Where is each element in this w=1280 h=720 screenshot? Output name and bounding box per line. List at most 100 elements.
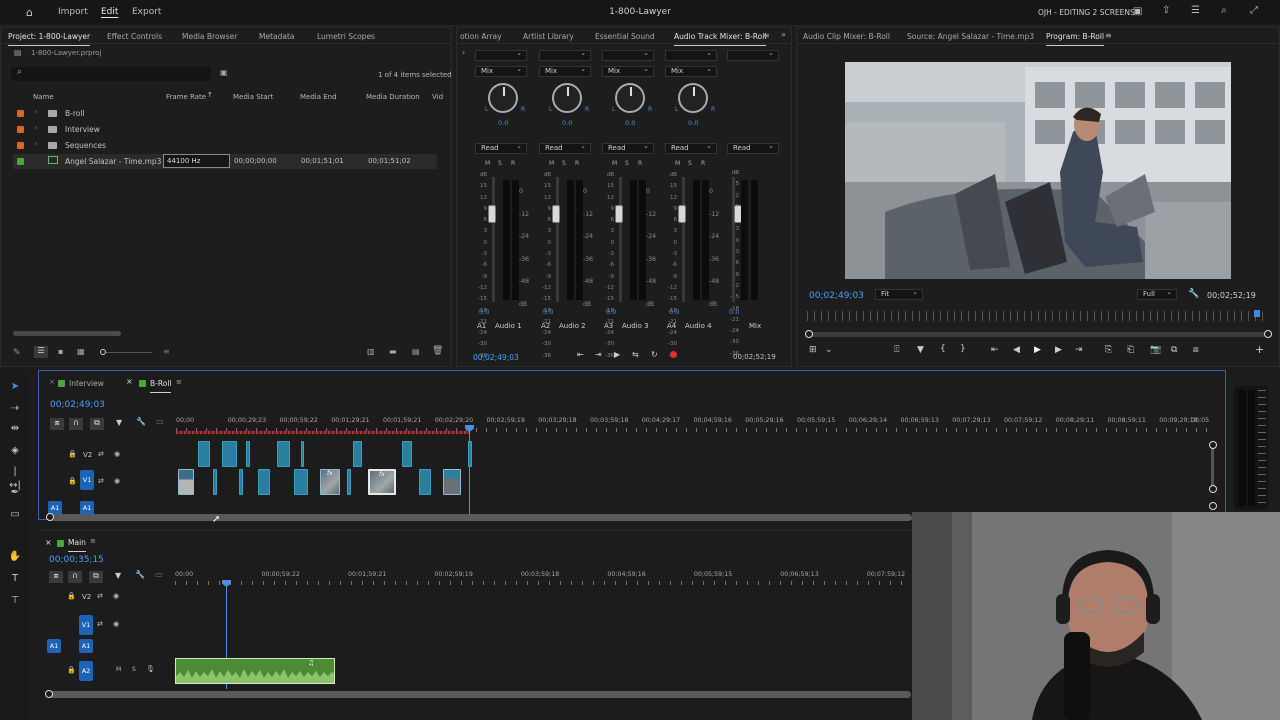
sync-lock-icon[interactable]: ⇄ <box>98 450 104 458</box>
tab-b-roll[interactable]: B-Roll <box>150 379 172 393</box>
go-to-in-icon[interactable]: ⇤ <box>991 345 999 355</box>
tab-essential-sound[interactable]: Essential Sound <box>595 32 655 41</box>
list-item[interactable]: Angel Salazar - Time.mp3 44100 Hz 00;00;… <box>13 154 437 169</box>
export-frame-icon[interactable]: 📷 <box>1150 345 1161 355</box>
lock-icon[interactable]: 🔒 <box>67 666 76 674</box>
ripple-edit-icon[interactable]: ⇹ <box>8 422 22 436</box>
pencil-icon[interactable]: ✎ <box>13 348 21 358</box>
video-clip[interactable] <box>213 469 217 495</box>
close-icon[interactable]: × <box>49 378 55 386</box>
effects-dropdown[interactable] <box>475 49 527 61</box>
chevron-right-icon[interactable]: › <box>35 140 38 148</box>
extract-icon[interactable]: ⎗ <box>1127 345 1134 355</box>
go-to-out-icon[interactable]: ⇥ <box>595 350 602 359</box>
tab-main[interactable]: Main <box>68 538 86 552</box>
video-clip[interactable] <box>468 441 472 467</box>
step-forward-icon[interactable]: ▶ <box>1055 345 1062 355</box>
go-to-out-icon[interactable]: ⇥ <box>1075 345 1083 355</box>
record-button[interactable]: R <box>701 160 705 167</box>
chevron-down-icon[interactable]: ⌄ <box>825 345 833 355</box>
volume-fader[interactable] <box>615 205 623 223</box>
mix-dropdown[interactable]: Mix <box>602 65 654 77</box>
wrench-icon[interactable]: 🔧 <box>1188 289 1199 299</box>
list-item[interactable]: › B-roll <box>13 106 437 121</box>
video-clip[interactable] <box>198 441 210 467</box>
go-to-in-icon[interactable]: ⇤ <box>577 350 584 359</box>
horizontal-scrollbar[interactable] <box>49 691 911 698</box>
record-button[interactable]: R <box>575 160 579 167</box>
tab-motion-array[interactable]: otion Array <box>460 32 502 41</box>
fit-dropdown[interactable]: Fit <box>875 288 923 300</box>
vertical-scroll-handle[interactable] <box>1209 502 1217 510</box>
tab-media-browser[interactable]: Media Browser <box>182 32 237 41</box>
mark-in-icon[interactable]: { <box>940 344 946 354</box>
solo-button[interactable]: S <box>688 160 692 167</box>
linked-selection-icon[interactable]: ⧉ <box>90 418 104 430</box>
slip-tool-icon[interactable]: |↔| <box>8 465 22 491</box>
automation-dropdown[interactable]: Read <box>665 142 717 154</box>
timeline-timecode[interactable]: 00;00;35;15 <box>49 555 104 565</box>
horizontal-scrollbar[interactable] <box>50 514 912 521</box>
list-item[interactable]: › Interview <box>13 122 437 137</box>
lock-icon[interactable]: 🔒 <box>68 477 77 485</box>
solo-button[interactable]: S <box>498 160 502 167</box>
vertical-scroll-handle[interactable] <box>1209 485 1217 493</box>
captions-icon[interactable]: ▭ <box>156 417 164 426</box>
tab-audio-track-mixer[interactable]: Audio Track Mixer: B-Roll <box>674 32 767 46</box>
loop-icon[interactable]: ↻ <box>651 350 658 359</box>
mix-dropdown[interactable]: Mix <box>665 65 717 77</box>
step-back-icon[interactable]: ◀ <box>1013 345 1020 355</box>
playhead-marker[interactable] <box>1254 310 1260 317</box>
pan-knob[interactable] <box>552 83 582 113</box>
mute-button[interactable]: M <box>612 160 617 167</box>
video-clip[interactable] <box>178 469 194 495</box>
search-icon[interactable]: ⌕ <box>1221 5 1227 16</box>
home-icon[interactable]: ⌂ <box>26 6 33 19</box>
lock-icon[interactable]: 🔒 <box>68 450 77 458</box>
tab-artlist[interactable]: Artlist Library <box>523 32 574 41</box>
panel-menu-icon[interactable]: ≡ <box>176 378 182 386</box>
automation-dropdown[interactable]: Read <box>475 142 527 154</box>
track-target-a2[interactable]: A2 <box>79 661 93 681</box>
horizontal-scroll-handle[interactable] <box>46 513 54 521</box>
col-media-end[interactable]: Media End <box>300 93 337 101</box>
mix-dropdown[interactable]: Mix <box>539 65 591 77</box>
col-frame-rate[interactable]: Frame Rate <box>166 93 206 101</box>
video-clip[interactable] <box>347 469 351 495</box>
video-clip[interactable] <box>246 441 250 467</box>
panel-menu-icon[interactable]: ≡ <box>1105 31 1112 40</box>
zoom-scrollbar[interactable] <box>807 332 1267 337</box>
fullscreen-icon[interactable]: ⤢ <box>1250 5 1258 16</box>
freeform-view-icon[interactable]: ▦ <box>77 347 85 356</box>
quality-dropdown[interactable]: Full <box>1137 288 1177 300</box>
mark-out-icon[interactable]: } <box>960 344 966 354</box>
effects-dropdown[interactable] <box>665 49 717 61</box>
scroll-end-handle[interactable] <box>1264 330 1272 338</box>
tab-metadata[interactable]: Metadata <box>259 32 295 41</box>
snap-icon[interactable]: ∩ <box>68 571 82 583</box>
col-name[interactable]: Name <box>33 93 54 101</box>
vertical-scroll-handle[interactable] <box>1209 441 1217 449</box>
hand-icon[interactable]: ✋ <box>8 550 22 564</box>
tab-source[interactable]: Source: Angel Salazar - Time.mp3 <box>907 32 1034 41</box>
video-clip-fx-selected[interactable]: fx <box>368 469 396 495</box>
pan-knob[interactable] <box>615 83 645 113</box>
video-clip[interactable] <box>353 441 362 467</box>
source-patch-a1[interactable]: A1 <box>47 639 61 653</box>
video-clip-fx[interactable]: fx <box>320 469 340 495</box>
automation-dropdown[interactable]: Read <box>727 142 779 154</box>
timeline-timecode[interactable]: 00;02;49;03 <box>50 400 105 410</box>
new-item-icon[interactable]: ▤ <box>412 347 420 356</box>
add-marker-icon[interactable]: ▼ <box>116 418 122 427</box>
video-frame[interactable] <box>845 62 1231 279</box>
track-select-icon[interactable]: ⇢ <box>8 402 22 416</box>
record-button[interactable]: R <box>638 160 642 167</box>
automate-icon[interactable]: ▥ <box>367 347 375 356</box>
track-target-v1[interactable]: V1 <box>80 470 94 490</box>
eye-icon[interactable]: ◉ <box>114 477 120 485</box>
tab-audio-clip-mixer[interactable]: Audio Clip Mixer: B-Roll <box>803 32 890 41</box>
snap-icon[interactable]: ∩ <box>69 418 83 430</box>
volume-fader[interactable] <box>552 205 560 223</box>
nest-icon[interactable]: ⧈ <box>49 571 63 583</box>
mixer-timecode[interactable]: 00;02;49;03 <box>473 353 519 362</box>
